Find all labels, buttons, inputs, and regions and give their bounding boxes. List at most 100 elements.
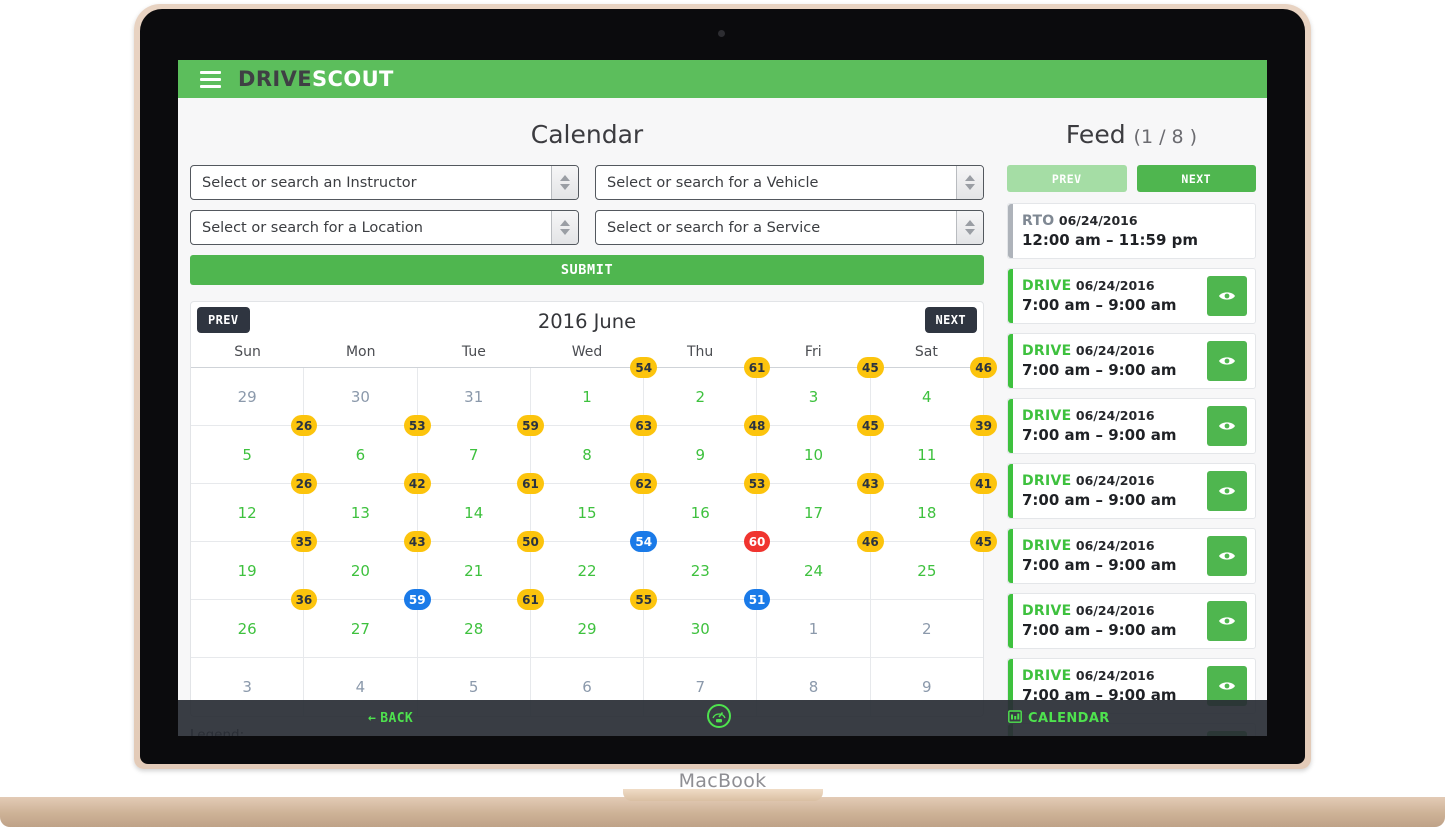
day-session-badge[interactable]: 62: [630, 473, 658, 494]
day-session-badge[interactable]: 63: [630, 415, 658, 436]
calendar-day-cell[interactable]: 46 4: [870, 357, 997, 426]
chevron-updown-icon[interactable]: [551, 166, 578, 199]
day-session-badge[interactable]: 45: [856, 415, 884, 436]
feed-card-date: 06/24/2016: [1071, 278, 1155, 293]
feed-card[interactable]: RTO 06/24/2016 12:00 am – 11:59 pm: [1007, 203, 1256, 259]
calendar-day-cell[interactable]: 31: [417, 368, 531, 426]
calendar-day-cell[interactable]: 61 28: [417, 589, 544, 658]
view-session-button[interactable]: [1207, 341, 1247, 381]
calendar-day-cell[interactable]: 51 30: [644, 589, 771, 658]
day-session-badge[interactable]: 36: [290, 589, 318, 610]
calendar-day-cell[interactable]: 61 2: [644, 357, 771, 426]
view-session-button[interactable]: [1207, 601, 1247, 641]
day-session-badge[interactable]: 61: [743, 357, 771, 378]
calendar-day-cell[interactable]: 54 1: [530, 357, 658, 426]
view-session-button[interactable]: [1207, 276, 1247, 316]
feed-card[interactable]: DRIVE 06/24/2016 7:00 am – 9:00 am: [1007, 398, 1256, 454]
calendar-day-cell[interactable]: 53 6: [304, 415, 431, 484]
calendar-day-cell[interactable]: 54 22: [530, 531, 658, 600]
feed-next-button[interactable]: NEXT: [1136, 165, 1256, 192]
submit-button[interactable]: SUBMIT: [190, 255, 984, 285]
day-session-badge[interactable]: 48: [743, 415, 771, 436]
calendar-day-cell[interactable]: 43 20: [304, 531, 431, 600]
calendar-next-button[interactable]: NEXT: [924, 307, 977, 333]
view-session-button[interactable]: [1207, 471, 1247, 511]
day-session-badge[interactable]: 59: [403, 589, 431, 610]
calendar-day-cell[interactable]: 43 17: [757, 473, 884, 542]
eye-icon: [1219, 292, 1235, 300]
calendar-day-cell[interactable]: 39 11: [870, 415, 997, 484]
view-session-button[interactable]: [1207, 406, 1247, 446]
calendar-day-cell[interactable]: 61 14: [417, 473, 544, 542]
vehicle-select[interactable]: Select or search for a Vehicle: [595, 165, 984, 200]
day-session-badge[interactable]: 54: [630, 357, 658, 378]
feed-prev-button[interactable]: PREV: [1007, 165, 1127, 192]
calendar-prev-button[interactable]: PREV: [197, 307, 250, 333]
calendar-day-cell[interactable]: 41 18: [870, 473, 997, 542]
day-session-badge[interactable]: 53: [403, 415, 431, 436]
calendar-day-cell[interactable]: 45 25: [870, 531, 997, 600]
feed-card[interactable]: DRIVE 06/24/2016 7:00 am – 9:00 am: [1007, 268, 1256, 324]
calendar-day-cell[interactable]: 45 10: [757, 415, 884, 484]
day-session-badge[interactable]: 41: [970, 473, 997, 494]
calendar-day-cell[interactable]: 60 23: [644, 531, 771, 600]
feed-card[interactable]: DRIVE 06/24/2016 7:00 am – 9:00 am: [1007, 593, 1256, 649]
view-session-button[interactable]: [1207, 536, 1247, 576]
speedometer-icon[interactable]: [706, 703, 732, 734]
hamburger-icon[interactable]: [200, 70, 221, 88]
day-session-badge[interactable]: 43: [856, 473, 884, 494]
calendar-day-cell[interactable]: 30: [304, 368, 418, 426]
day-session-badge[interactable]: 35: [290, 531, 318, 552]
calendar-day-cell[interactable]: 59 27: [304, 589, 431, 658]
day-session-badge[interactable]: 39: [970, 415, 997, 436]
day-session-badge[interactable]: 55: [630, 589, 658, 610]
calendar-day-cell[interactable]: 50 21: [417, 531, 544, 600]
day-session-badge[interactable]: 45: [856, 357, 884, 378]
calendar-day-cell[interactable]: 63 8: [530, 415, 658, 484]
day-session-badge[interactable]: 26: [290, 473, 318, 494]
calendar-day-cell[interactable]: 42 13: [304, 473, 431, 542]
chevron-updown-icon[interactable]: [956, 211, 983, 244]
chevron-updown-icon[interactable]: [956, 166, 983, 199]
day-session-badge[interactable]: 54: [630, 531, 658, 552]
app-logo[interactable]: DRIVESCOUT: [238, 67, 394, 91]
eye-icon: [1219, 682, 1235, 690]
app-header: DRIVESCOUT: [178, 60, 1267, 98]
calendar-day-cell[interactable]: 29: [191, 368, 305, 426]
day-session-badge[interactable]: 46: [970, 357, 997, 378]
day-session-badge[interactable]: 42: [403, 473, 431, 494]
day-session-badge[interactable]: 26: [290, 415, 318, 436]
calendar-day-cell[interactable]: 1: [757, 600, 871, 658]
calendar-day-cell[interactable]: 59 7: [417, 415, 544, 484]
day-session-badge[interactable]: 61: [517, 589, 544, 610]
feed-card[interactable]: DRIVE 06/24/2016 7:00 am – 9:00 am: [1007, 528, 1256, 584]
calendar-day-cell[interactable]: 55 29: [530, 589, 658, 658]
day-session-badge[interactable]: 43: [403, 531, 431, 552]
service-select[interactable]: Select or search for a Service: [595, 210, 984, 245]
feed-card[interactable]: DRIVE 06/24/2016 7:00 am – 9:00 am: [1007, 463, 1256, 519]
back-button[interactable]: ← BACK: [368, 711, 413, 726]
day-session-badge[interactable]: 60: [743, 531, 771, 552]
feed-card[interactable]: DRIVE 06/24/2016 7:00 am – 9:00 am: [1007, 333, 1256, 389]
calendar-day-cell[interactable]: 53 16: [644, 473, 771, 542]
calendar-day-cell[interactable]: 2: [870, 600, 983, 658]
location-select[interactable]: Select or search for a Location: [190, 210, 579, 245]
calendar-day-cell[interactable]: 26 12: [191, 473, 318, 542]
calendar-day-cell[interactable]: 46 24: [757, 531, 884, 600]
day-session-badge[interactable]: 46: [856, 531, 884, 552]
calendar-day-cell[interactable]: 62 15: [530, 473, 658, 542]
day-session-badge[interactable]: 51: [743, 589, 771, 610]
instructor-select[interactable]: Select or search an Instructor: [190, 165, 579, 200]
day-session-badge[interactable]: 59: [517, 415, 544, 436]
calendar-day-cell[interactable]: 26 5: [191, 415, 318, 484]
calendar-day-cell[interactable]: 48 9: [644, 415, 771, 484]
day-session-badge[interactable]: 45: [970, 531, 997, 552]
calendar-day-cell[interactable]: 36 26: [191, 589, 318, 658]
calendar-day-cell[interactable]: 45 3: [757, 357, 884, 426]
calendar-day-cell[interactable]: 35 19: [191, 531, 318, 600]
calendar-nav-button[interactable]: CALENDAR: [1008, 709, 1110, 727]
day-session-badge[interactable]: 61: [517, 473, 544, 494]
day-session-badge[interactable]: 50: [517, 531, 544, 552]
day-session-badge[interactable]: 53: [743, 473, 771, 494]
chevron-updown-icon[interactable]: [551, 211, 578, 244]
